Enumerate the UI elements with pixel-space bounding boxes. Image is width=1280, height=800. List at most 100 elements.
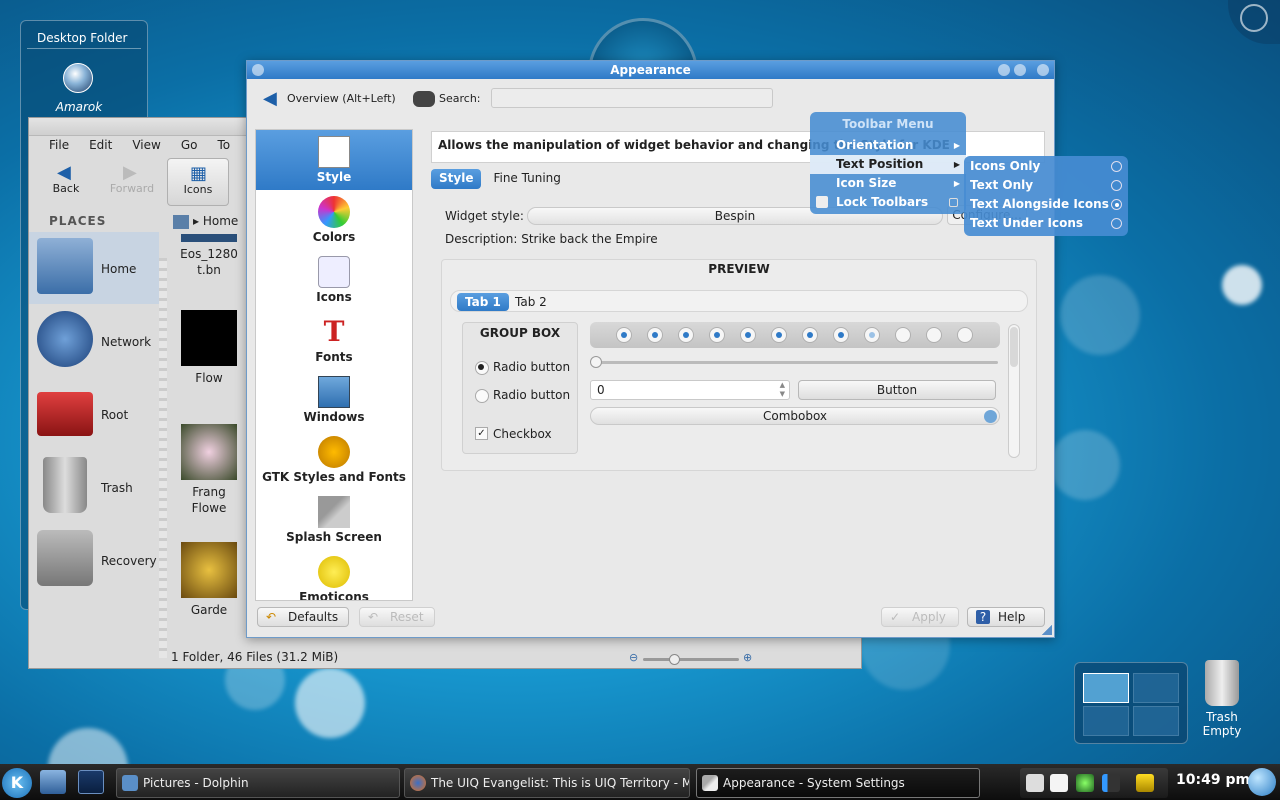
search-input[interactable] [491,88,773,108]
window-menu-icon[interactable] [252,64,264,76]
forward-button[interactable]: ▶ Forward [101,158,163,206]
submenu-text-alongside-icons[interactable]: Text Alongside Icons [964,195,1128,214]
menu-item-text-position[interactable]: Text Position ▶ [810,155,966,174]
menu-go[interactable]: Go [171,136,208,154]
submenu-text-under-icons[interactable]: Text Under Icons [964,214,1128,233]
desktop-3[interactable] [1083,706,1129,736]
task-firefox[interactable]: The UIQ Evangelist: This is UIQ Territor… [404,768,690,798]
radio-button-2[interactable]: Radio button [475,387,575,403]
maximize-icon[interactable] [1014,64,1026,76]
place-recovery[interactable]: Recovery [29,524,159,596]
trash-icon [43,457,87,513]
radio-button-1[interactable]: Radio button [475,359,575,375]
close-icon[interactable] [1037,64,1049,76]
overview-button[interactable]: Overview (Alt+Left) [287,92,396,105]
apply-button[interactable]: ✓ Apply [881,607,959,627]
category-emoticons[interactable]: Emoticons [256,550,412,600]
scrollbar-thumb[interactable] [1010,327,1018,367]
progress-dot [802,327,818,343]
place-network[interactable]: Network [29,305,159,377]
progress-dot [957,327,973,343]
desktop-2[interactable] [1133,673,1179,703]
show-desktop-icon[interactable] [40,770,66,794]
zoom-slider[interactable]: ⊖ ⊕ [629,651,759,665]
file-item[interactable]: Flow [169,310,249,386]
nvidia-icon[interactable] [1076,774,1094,792]
preview-tab-1[interactable]: Tab 1 [457,293,509,311]
preview-title: PREVIEW [708,262,770,276]
tab-style[interactable]: Style [431,169,482,189]
taskbar-clock[interactable]: 10:49 pm [1176,772,1250,788]
menu-item-lock-toolbars[interactable]: Lock Toolbars [810,193,966,212]
task-dolphin[interactable]: Pictures - Dolphin [116,768,400,798]
file-item[interactable]: Frang Flowe [169,424,249,516]
preview-panel: PREVIEW Tab 1 Tab 2 GROUP BOX Radio butt… [441,259,1037,471]
submenu-text-only[interactable]: Text Only [964,176,1128,195]
submenu-icons-only[interactable]: Icons Only [964,157,1128,176]
clipboard-icon[interactable] [1050,774,1068,792]
file-item[interactable]: Eos_1280 t.bn [169,234,249,278]
category-icons[interactable]: Icons [256,250,412,310]
trash-widget[interactable]: Trash Empty [1200,660,1244,746]
amarok-icon[interactable] [63,63,93,93]
lock-icon [816,196,828,208]
terminal-icon[interactable] [78,770,104,794]
places-scrollbar[interactable] [159,258,167,658]
tab-fine-tuning[interactable]: Fine Tuning [485,169,568,189]
network-signal-icon[interactable] [1102,774,1120,792]
preview-combobox[interactable]: Combobox [590,407,1000,425]
place-home[interactable]: Home [29,232,159,304]
menu-edit[interactable]: Edit [79,136,122,154]
category-style[interactable]: Style [256,130,412,190]
preview-scrollbar[interactable] [1008,324,1020,458]
zoom-handle[interactable] [669,654,680,665]
category-windows[interactable]: Windows [256,370,412,430]
preview-tab-2[interactable]: Tab 2 [507,293,555,311]
icons-view-button[interactable]: ▦ Icons [167,158,229,206]
chevron-down-icon [984,410,997,423]
reset-button[interactable]: ↶ Reset [359,607,435,627]
category-gtk[interactable]: GTK Styles and Fonts [256,430,412,490]
toolbox-icon [1240,4,1268,32]
preview-button[interactable]: Button [798,380,996,400]
resize-grip[interactable] [1042,625,1052,635]
spin-box[interactable]: 0 ▲ ▼ [590,380,790,400]
volume-icon[interactable] [1026,774,1044,792]
place-trash[interactable]: Trash [29,451,159,523]
power-icon[interactable] [1136,774,1154,792]
category-splash[interactable]: Splash Screen [256,490,412,550]
help-button[interactable]: ? Help [967,607,1045,627]
desktop-folder-title: Desktop Folder [27,21,141,49]
spin-arrows-icon[interactable]: ▲ ▼ [780,381,785,399]
menu-view[interactable]: View [122,136,170,154]
desktop-1[interactable] [1083,673,1129,703]
menu-tools[interactable]: To [207,136,240,154]
style-tabs: Style Fine Tuning [431,169,569,189]
desktop-toolbox[interactable] [1228,0,1280,44]
radio-selected-icon [1111,199,1122,210]
kde-menu-icon[interactable]: K [2,768,32,798]
slider-handle[interactable] [590,356,602,368]
menu-item-icon-size[interactable]: Icon Size ▶ [810,174,966,193]
menu-file[interactable]: File [39,136,79,154]
back-button[interactable]: ◀ Back [35,158,97,206]
progress-dot [709,327,725,343]
overview-back-icon[interactable]: ◀ [263,90,277,108]
progress-dot [833,327,849,343]
desktop-4[interactable] [1133,706,1179,736]
zoom-in-icon[interactable]: ⊕ [743,651,752,664]
network-globe-icon[interactable] [1248,768,1276,796]
menu-item-orientation[interactable]: Orientation ▶ [810,136,966,155]
category-fonts[interactable]: T Fonts [256,310,412,370]
place-root[interactable]: Root [29,378,159,450]
minimize-icon[interactable] [998,64,1010,76]
category-colors[interactable]: Colors [256,190,412,250]
appearance-titlebar[interactable]: Appearance [247,61,1054,79]
checkbox[interactable]: ✓ Checkbox [475,426,552,442]
preview-slider[interactable] [590,356,1000,368]
defaults-button[interactable]: ↶ Defaults [257,607,349,627]
zoom-out-icon[interactable]: ⊖ [629,651,638,664]
file-item[interactable]: Garde [169,542,249,618]
amarok-label[interactable]: Amarok [21,100,137,114]
task-system-settings[interactable]: Appearance - System Settings [696,768,980,798]
